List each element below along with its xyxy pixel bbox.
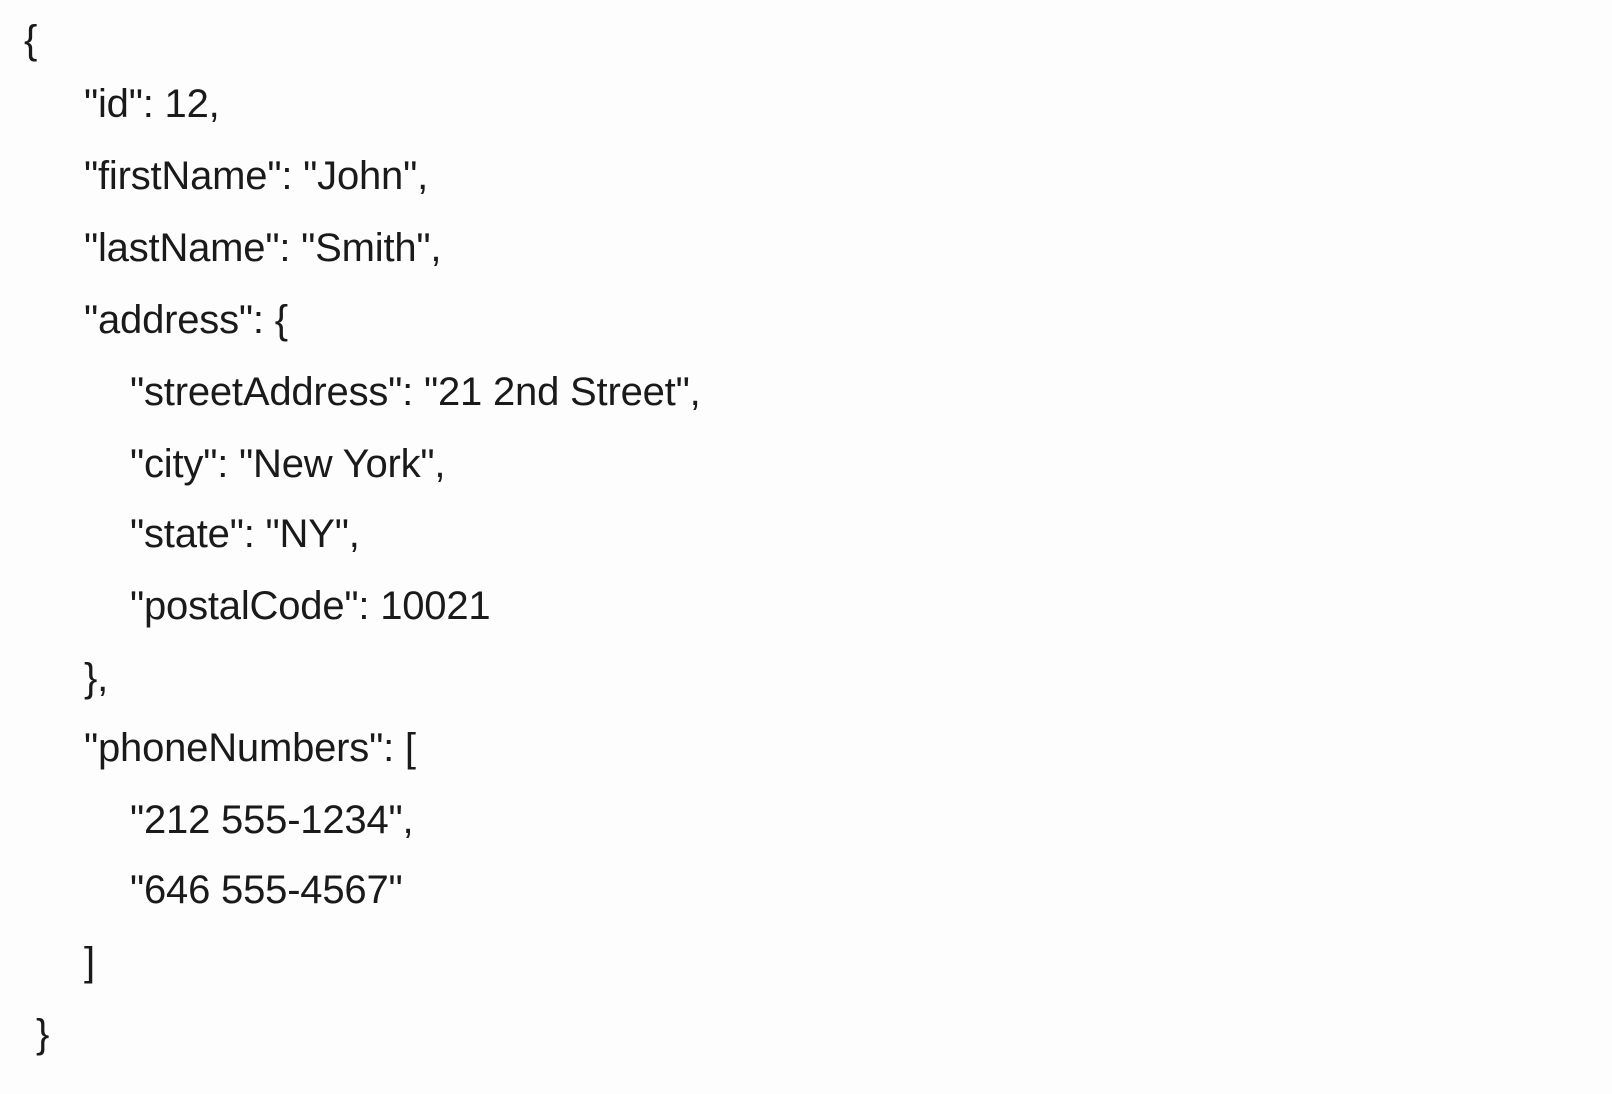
json-document: { "id": 12, "firstName": "John", "lastNa… (0, 0, 1612, 1094)
json-line-city: "city": "New York", (130, 442, 446, 486)
json-line-array-close: ] (84, 940, 95, 984)
json-line-phone-2: "646 555-4567" (130, 868, 403, 912)
json-line-close-brace: } (36, 1012, 50, 1056)
json-line-open-brace: { (24, 18, 38, 62)
json-line-first-name: "firstName": "John", (84, 154, 429, 198)
json-line-state: "state": "NY", (130, 512, 360, 556)
json-line-phone-1: "212 555-1234", (130, 798, 414, 842)
json-line-address-close: }, (84, 656, 109, 700)
json-line-id: "id": 12, (84, 82, 220, 126)
json-line-phone-numbers: "phoneNumbers": [ (84, 726, 416, 770)
json-line-street-address: "streetAddress": "21 2nd Street", (130, 370, 701, 414)
json-line-last-name: "lastName": "Smith", (84, 226, 442, 270)
json-line-address: "address": { (84, 298, 288, 342)
json-line-postal-code: "postalCode": 10021 (130, 584, 491, 628)
